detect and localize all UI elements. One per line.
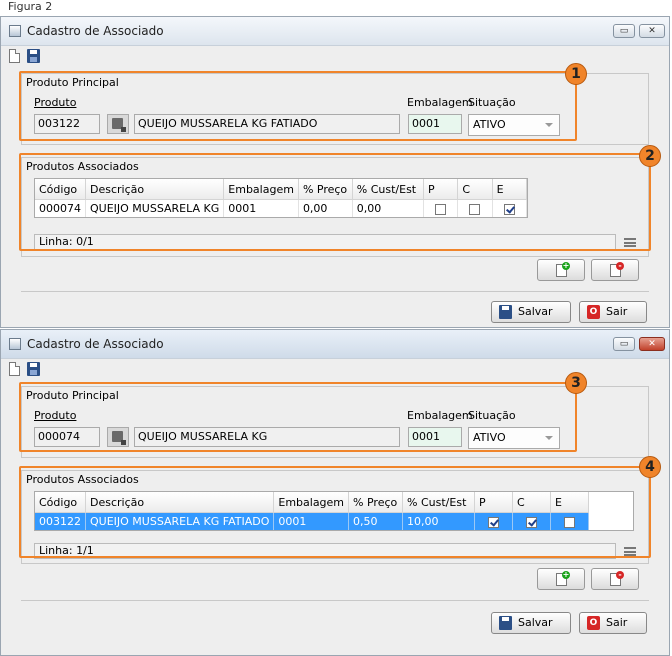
close-button[interactable]: ✕ [639, 24, 665, 38]
save-icon [499, 616, 512, 630]
save-icon [499, 305, 512, 319]
add-associado-button[interactable]: + [537, 259, 585, 281]
divider [21, 291, 649, 292]
plus-icon: + [562, 261, 570, 270]
save-disk-icon[interactable] [27, 362, 40, 376]
restore-button[interactable]: ▭ [613, 337, 635, 351]
save-button[interactable]: Salvar [491, 301, 571, 323]
minus-icon: - [616, 262, 624, 270]
badge-2: 2 [639, 145, 661, 167]
plus-icon: + [562, 570, 570, 579]
highlight-box-1 [19, 71, 577, 141]
new-document-icon[interactable] [9, 49, 20, 63]
remove-associado-button[interactable]: - [591, 568, 639, 590]
badge-3: 3 [565, 372, 587, 394]
title-bar[interactable]: Cadastro de Associado ▭ ✕ [1, 17, 669, 46]
save-button[interactable]: Salvar [491, 612, 571, 634]
app-icon [9, 338, 21, 350]
save-disk-icon[interactable] [27, 49, 40, 63]
restore-button[interactable]: ▭ [613, 24, 635, 38]
exit-button[interactable]: O Sair [579, 612, 647, 634]
window-title: Cadastro de Associado [27, 337, 164, 351]
minus-icon: - [616, 571, 624, 579]
save-label: Salvar [518, 305, 553, 318]
exit-label: Sair [606, 305, 628, 318]
figure-caption: Figura 2 [8, 0, 53, 13]
window-cadastro-2: Cadastro de Associado ▭ ✕ Produto Princi… [0, 329, 670, 656]
close-button[interactable]: ✕ [639, 337, 665, 351]
exit-label: Sair [606, 616, 628, 629]
window-cadastro-1: Cadastro de Associado ▭ ✕ Produto Princi… [0, 16, 670, 328]
badge-4: 4 [639, 456, 661, 478]
app-icon [9, 25, 21, 37]
highlight-box-2 [19, 153, 651, 251]
exit-button[interactable]: O Sair [579, 301, 647, 323]
divider [21, 600, 649, 601]
highlight-box-4 [19, 466, 651, 558]
badge-1: 1 [565, 63, 587, 85]
add-associado-button[interactable]: + [537, 568, 585, 590]
highlight-box-3 [19, 382, 577, 452]
exit-icon: O [587, 616, 600, 630]
window-title: Cadastro de Associado [27, 24, 164, 38]
remove-associado-button[interactable]: - [591, 259, 639, 281]
title-bar[interactable]: Cadastro de Associado ▭ ✕ [1, 330, 669, 359]
save-label: Salvar [518, 616, 553, 629]
new-document-icon[interactable] [9, 362, 20, 376]
exit-icon: O [587, 305, 600, 319]
